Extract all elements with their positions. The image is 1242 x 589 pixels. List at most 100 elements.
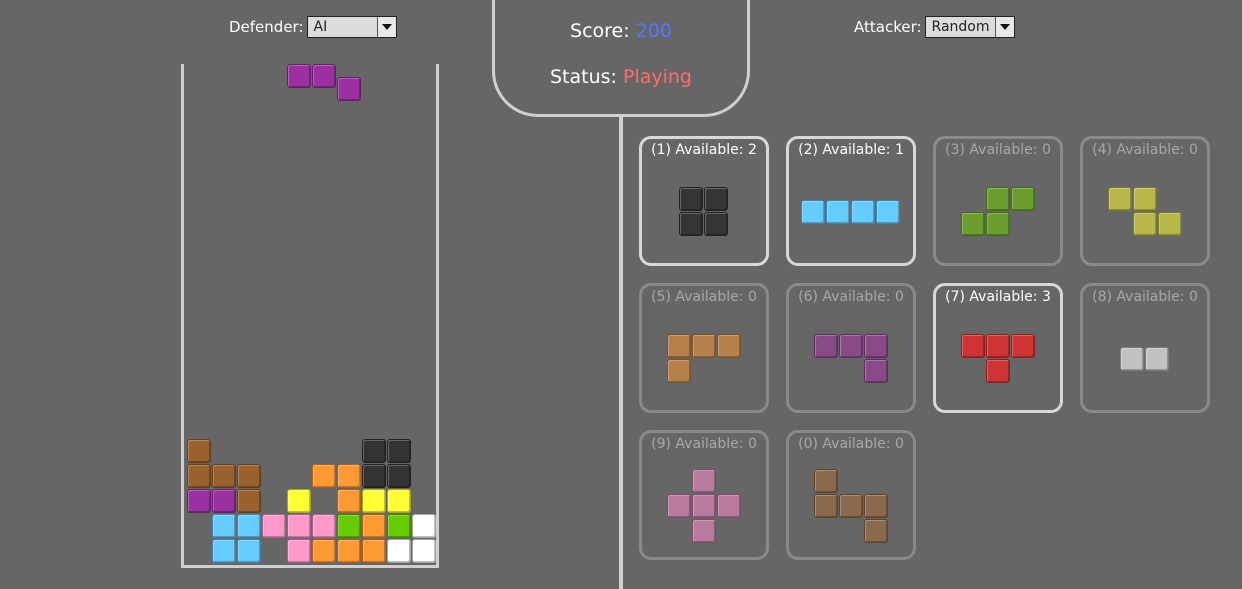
attacker-label: Attacker: (854, 18, 922, 36)
board-block (287, 539, 311, 563)
chevron-down-icon[interactable] (376, 17, 396, 37)
piece-block (1108, 187, 1132, 211)
piece-slot-1[interactable]: (1) Available: 2 (639, 136, 769, 266)
game-board (181, 64, 439, 568)
piece-block (864, 334, 888, 358)
board-block (337, 539, 361, 563)
board-block (237, 464, 261, 488)
board-block (337, 464, 361, 488)
status-label: Status: (549, 66, 617, 88)
chevron-down-icon[interactable] (994, 17, 1014, 37)
piece-block (814, 494, 838, 518)
board-block (237, 539, 261, 563)
board-block (312, 464, 336, 488)
board-block (362, 489, 386, 513)
piece-slot-6[interactable]: (6) Available: 0 (786, 283, 916, 413)
i-piece-icon (789, 139, 913, 263)
piece-block (986, 212, 1010, 236)
board-block (362, 464, 386, 488)
board-block (387, 439, 411, 463)
defender-control: Defender: AI (229, 16, 397, 38)
board-block (387, 514, 411, 538)
board-block (312, 514, 336, 538)
piece-block (679, 187, 703, 211)
l-piece-icon (642, 286, 766, 410)
score-value: 200 (635, 20, 672, 42)
piece-slot-2[interactable]: (2) Available: 1 (786, 136, 916, 266)
piece-block (1120, 347, 1144, 371)
piece-block (986, 334, 1010, 358)
piece-block (826, 200, 850, 224)
panel-divider (619, 117, 623, 589)
piece-block (717, 494, 741, 518)
piece-slot-9[interactable]: (9) Available: 0 (639, 430, 769, 560)
falling-piece-block (287, 64, 311, 88)
piece-block (814, 334, 838, 358)
board-block (362, 439, 386, 463)
piece-block (717, 334, 741, 358)
o-piece-icon (642, 139, 766, 263)
defender-label: Defender: (229, 18, 304, 36)
board-block (337, 489, 361, 513)
board-block (212, 539, 236, 563)
piece-block (876, 200, 900, 224)
board-block (412, 539, 436, 563)
board-block (212, 489, 236, 513)
board-block (262, 514, 286, 538)
piece-slot-3[interactable]: (3) Available: 0 (933, 136, 1063, 266)
piece-slot-4[interactable]: (4) Available: 0 (1080, 136, 1210, 266)
piece-block (1158, 212, 1182, 236)
board-block (187, 489, 211, 513)
piece-block (1133, 187, 1157, 211)
piece-block (1133, 212, 1157, 236)
piece-slot-8[interactable]: (8) Available: 0 (1080, 283, 1210, 413)
piece-block (667, 334, 691, 358)
attacker-select-value: Random (931, 19, 990, 35)
board-block (387, 464, 411, 488)
score-line: Score: 200 (495, 20, 747, 42)
board-block (287, 489, 311, 513)
status-line: Status: Playing (495, 66, 747, 88)
board-block (237, 514, 261, 538)
piece-block (986, 359, 1010, 383)
piece-block (864, 359, 888, 383)
defender-select[interactable]: AI (306, 16, 397, 38)
piece-slot-5[interactable]: (5) Available: 0 (639, 283, 769, 413)
u-piece-icon (789, 433, 913, 557)
plus-piece-icon (642, 433, 766, 557)
piece-block (1011, 334, 1035, 358)
piece-block (692, 469, 716, 493)
board-block (412, 514, 436, 538)
defender-select-value: AI (313, 19, 328, 35)
piece-block (864, 519, 888, 543)
piece-block (961, 334, 985, 358)
piece-block (851, 200, 875, 224)
board-block (387, 489, 411, 513)
piece-slot-0[interactable]: (0) Available: 0 (786, 430, 916, 560)
piece-block (1011, 187, 1035, 211)
score-panel: Score: 200 Status: Playing (492, 0, 750, 117)
piece-block (667, 359, 691, 383)
attacker-control: Attacker: Random (854, 16, 1015, 38)
piece-block (801, 200, 825, 224)
board-block (337, 514, 361, 538)
board-block (212, 514, 236, 538)
piece-block (961, 212, 985, 236)
board-block (362, 539, 386, 563)
piece-block (704, 187, 728, 211)
board-block (237, 489, 261, 513)
board-block (187, 439, 211, 463)
z-piece-icon (1083, 139, 1207, 263)
score-label: Score: (570, 20, 630, 42)
j-piece-icon (789, 286, 913, 410)
board-block (212, 464, 236, 488)
attacker-select[interactable]: Random (924, 16, 1015, 38)
piece-block (704, 212, 728, 236)
piece-slot-7[interactable]: (7) Available: 3 (933, 283, 1063, 413)
s-piece-icon (936, 139, 1060, 263)
piece-block (1145, 347, 1169, 371)
piece-block (814, 469, 838, 493)
falling-piece-block (337, 76, 361, 101)
status-value: Playing (622, 66, 692, 88)
board-block (287, 514, 311, 538)
